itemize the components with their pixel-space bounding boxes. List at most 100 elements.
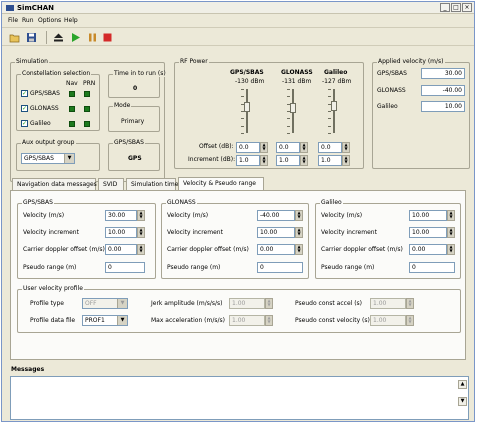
glonass-pseudo-range-field[interactable]: 0 <box>257 262 303 273</box>
pseudo-const-velocity-field[interactable]: 1.00 <box>370 315 406 326</box>
gps-velocity-increment-field[interactable]: 10.00 <box>105 227 137 238</box>
gps-pseudo-range-field[interactable]: 0 <box>105 262 145 273</box>
rf-galileo-name: Galileo <box>324 69 348 76</box>
glonass-offset-stepper[interactable]: ▲ ▼ <box>300 142 308 153</box>
profile-type-select[interactable]: OFF ▼ <box>82 298 128 309</box>
menu-help[interactable]: Help <box>64 17 78 24</box>
galileo-increment-stepper[interactable]: ▲ ▼ <box>342 155 350 166</box>
glonass-label: GLONASS <box>30 105 59 112</box>
chevron-down-icon: ▼ <box>64 154 74 163</box>
gps-velocity-stepper[interactable]: ▲ ▼ <box>137 210 145 221</box>
tab-simulation-time[interactable]: Simulation time <box>126 178 178 190</box>
glonass-velocity-increment-label: Velocity increment <box>167 229 223 236</box>
close-button[interactable]: × <box>462 3 472 12</box>
glonass-offset-field[interactable]: 0.0 <box>276 142 300 153</box>
aux-output-select[interactable]: GPS/SBAS ▼ <box>21 153 75 164</box>
gps-carrier-offset-stepper[interactable]: ▲ ▼ <box>137 244 145 255</box>
slider-thumb[interactable] <box>290 102 296 113</box>
gps-offset-stepper[interactable]: ▲ ▼ <box>260 142 268 153</box>
menu-run[interactable]: Run <box>22 17 34 24</box>
tab-velocity-pseudo-range[interactable]: Velocity & Pseudo range <box>178 177 264 190</box>
maximize-button[interactable]: □ <box>451 3 461 12</box>
play-icon[interactable] <box>70 32 81 43</box>
glonass-increment-stepper[interactable]: ▲ ▼ <box>300 155 308 166</box>
glonass-carrier-offset-label: Carrier doppler offset (m/s) <box>167 246 249 253</box>
glonass-carrier-offset-stepper[interactable]: ▲ ▼ <box>295 244 303 255</box>
galileo-carrier-offset-field[interactable]: 0.00 <box>409 244 447 255</box>
pseudo-const-velocity-label: Pseudo const velocity (s) <box>295 317 370 324</box>
max-acceleration-label: Max acceleration (m/s/s) <box>151 317 226 324</box>
gps-velocity-increment-stepper[interactable]: ▲ ▼ <box>137 227 145 238</box>
galileo-velocity-increment-stepper[interactable]: ▲ ▼ <box>447 227 455 238</box>
app-icon <box>6 5 14 11</box>
pseudo-const-accel-field[interactable]: 1.00 <box>370 298 406 309</box>
slider-tick <box>241 118 244 120</box>
galileo-offset-field[interactable]: 0.0 <box>318 142 342 153</box>
glonass-velocity-increment-field[interactable]: 10.00 <box>257 227 295 238</box>
time-to-run-group: Time in to run (s) 0 <box>108 70 167 98</box>
rf-glonass-dbm: -131 dBm <box>282 78 312 85</box>
gps-sbas-checkbox[interactable]: ✓ <box>21 90 28 97</box>
stop-icon[interactable] <box>102 32 113 43</box>
glonass-checkbox[interactable]: ✓ <box>21 105 28 112</box>
applied-gps-value: 30.00 <box>421 68 465 79</box>
gps-increment-field[interactable]: 1.0 <box>236 155 260 166</box>
tab-navigation-data-messages[interactable]: Navigation data messages <box>12 178 97 190</box>
mode-group: Mode Primary <box>108 102 160 132</box>
glonass-velocity-increment-stepper[interactable]: ▲ ▼ <box>295 227 303 238</box>
glonass-velocity-stepper[interactable]: ▲ ▼ <box>295 210 303 221</box>
gps-sbas-status-value: GPS <box>128 155 142 162</box>
glonass-carrier-offset-field[interactable]: 0.00 <box>257 244 295 255</box>
scroll-up-button[interactable]: ▲ <box>458 380 467 389</box>
max-acceleration-field[interactable]: 1.00 <box>229 315 265 326</box>
simulation-group: Simulation Constellation selection Nav P… <box>10 58 167 182</box>
profile-type-label: Profile type <box>30 300 64 307</box>
rf-power-group: RF Power GPS/SBAS GLONASS Galileo -130 d… <box>174 58 364 169</box>
galileo-velocity-increment-field[interactable]: 10.00 <box>409 227 447 238</box>
galileo-carrier-offset-stepper[interactable]: ▲ ▼ <box>447 244 455 255</box>
glonass-velocity-group-label: GLONASS <box>166 199 197 206</box>
user-velocity-profile-label: User velocity profile <box>22 285 84 292</box>
jerk-amplitude-stepper[interactable]: ▲ ▼ <box>265 298 273 309</box>
messages-box[interactable]: ▲ ▼ <box>10 376 469 420</box>
slider-tick <box>241 125 244 127</box>
eject-icon[interactable] <box>53 32 64 43</box>
profile-data-file-select[interactable]: PROF1 ▼ <box>82 315 128 326</box>
galileo-velocity-field[interactable]: 10.00 <box>409 210 447 221</box>
open-icon[interactable] <box>9 32 20 43</box>
galileo-nav-indicator <box>69 121 75 127</box>
tab-svid[interactable]: SVID <box>98 178 124 190</box>
time-to-run-value: 0 <box>133 85 138 92</box>
gps-increment-stepper[interactable]: ▲ ▼ <box>260 155 268 166</box>
scroll-down-button[interactable]: ▼ <box>458 397 467 406</box>
pause-icon[interactable] <box>87 32 98 43</box>
galileo-checkbox[interactable]: ✓ <box>21 120 28 127</box>
galileo-offset-stepper[interactable]: ▲ ▼ <box>342 142 350 153</box>
gps-velocity-field[interactable]: 30.00 <box>105 210 137 221</box>
pseudo-const-velocity-stepper[interactable]: ▲ ▼ <box>406 315 414 326</box>
menu-file[interactable]: File <box>8 17 18 24</box>
save-icon[interactable] <box>26 32 37 43</box>
glonass-velocity-field[interactable]: -40.00 <box>257 210 295 221</box>
slider-thumb[interactable] <box>244 101 250 112</box>
slider-tick <box>287 125 290 127</box>
chevron-down-icon: ▼ <box>117 299 127 308</box>
mode-value: Primary <box>121 118 145 125</box>
galileo-pseudo-range-field[interactable]: 0 <box>409 262 455 273</box>
galileo-velocity-stepper[interactable]: ▲ ▼ <box>447 210 455 221</box>
slider-thumb[interactable] <box>331 100 337 111</box>
galileo-increment-field[interactable]: 1.0 <box>318 155 342 166</box>
gps-offset-field[interactable]: 0.0 <box>236 142 260 153</box>
pseudo-const-accel-stepper[interactable]: ▲ ▼ <box>406 298 414 309</box>
jerk-amplitude-field[interactable]: 1.00 <box>229 298 265 309</box>
gps-pseudo-range-label: Pseudo range (m) <box>23 264 77 271</box>
applied-galileo-value: 10.00 <box>421 101 465 112</box>
max-acceleration-stepper[interactable]: ▲ ▼ <box>265 315 273 326</box>
menu-options[interactable]: Options <box>38 17 61 24</box>
galileo-label: Galileo <box>30 120 51 127</box>
gps-velocity-group-label: GPS/SBAS <box>22 199 54 206</box>
gps-velocity-increment-label: Velocity increment <box>23 229 79 236</box>
minimize-button[interactable]: _ <box>440 3 450 12</box>
glonass-increment-field[interactable]: 1.0 <box>276 155 300 166</box>
gps-carrier-offset-field[interactable]: 0.00 <box>105 244 137 255</box>
